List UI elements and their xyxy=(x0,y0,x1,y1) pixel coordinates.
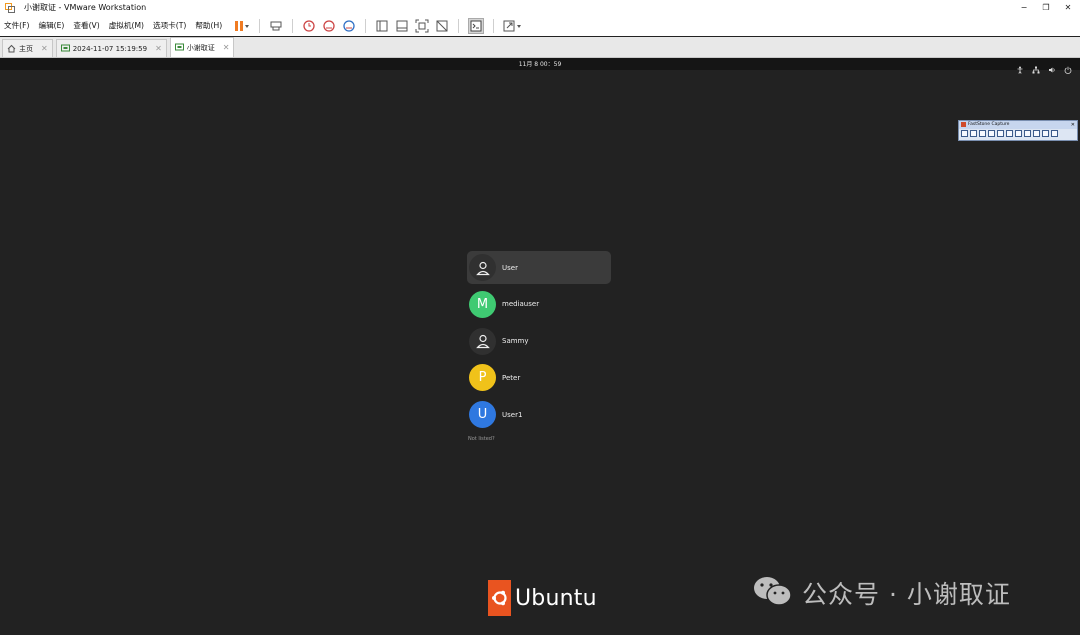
capture-scrolling-icon[interactable] xyxy=(1006,130,1013,137)
crosshair-icon[interactable] xyxy=(1033,130,1040,137)
user-avatar: P xyxy=(469,364,496,392)
vm-icon xyxy=(60,44,70,53)
toolbar-divider xyxy=(458,18,460,33)
tab-bar: 主页 ✕ 2024-11-07 15:19:59 ✕ 小谢取证 ✕ xyxy=(0,37,1080,58)
network-icon[interactable] xyxy=(1032,59,1040,78)
default-user-avatar-icon xyxy=(469,254,496,281)
menu-file[interactable]: 文件(F) xyxy=(4,20,29,31)
stretch-guest-icon[interactable] xyxy=(503,18,523,34)
menubar: 文件(F) 编辑(E) 查看(V) 虚拟机(M) 选项卡(T) 帮助(H) xyxy=(0,15,1080,36)
menu-vm[interactable]: 虚拟机(M) xyxy=(109,20,144,31)
fastcapture-logo-icon xyxy=(961,122,966,127)
user-avatar: M xyxy=(469,290,496,318)
capture-object-icon[interactable] xyxy=(970,130,977,137)
not-listed-link[interactable]: Not listed? xyxy=(468,436,495,442)
capture-video-icon[interactable] xyxy=(1024,130,1031,137)
window-controls: − ❐ ✕ xyxy=(1018,0,1074,15)
close-button[interactable]: ✕ xyxy=(1062,3,1074,12)
tab-label: 小谢取证 xyxy=(186,43,215,52)
home-icon xyxy=(7,44,16,53)
tab-label: 主页 xyxy=(19,44,33,53)
snapshot-manager-icon[interactable] xyxy=(342,18,356,34)
user-name: User1 xyxy=(502,410,523,419)
toolbar-divider xyxy=(292,18,294,33)
user-row-mediauser[interactable]: M mediauser xyxy=(467,288,611,321)
pause-vm-button[interactable] xyxy=(234,18,250,34)
user-name: Sammy xyxy=(502,337,529,346)
vm-icon xyxy=(174,43,184,52)
tab-home[interactable]: 主页 ✕ xyxy=(2,39,53,57)
user-row-user1[interactable]: U User1 xyxy=(467,398,611,431)
fastcapture-tools xyxy=(959,129,1077,138)
fastcapture-toolbar[interactable]: FastStone Capture ✕ xyxy=(958,120,1078,141)
menu-edit[interactable]: 编辑(E) xyxy=(38,20,64,31)
toolbar-divider xyxy=(493,18,495,33)
library-view-icon[interactable] xyxy=(375,18,389,34)
ubuntu-wordmark: Ubuntu xyxy=(515,585,597,611)
wechat-watermark: 公众号 · 小谢取证 xyxy=(752,574,1011,612)
menu-tabs[interactable]: 选项卡(T) xyxy=(153,20,186,31)
user-row-peter[interactable]: P Peter xyxy=(467,361,611,394)
vmware-logo-icon xyxy=(5,2,15,13)
window-titlebar: 小谢取证 - VMware Workstation − ❐ ✕ xyxy=(0,0,1080,15)
capture-rectangle-icon[interactable] xyxy=(979,130,986,137)
capture-window-icon[interactable] xyxy=(961,130,968,137)
window-title: 小谢取证 - VMware Workstation xyxy=(24,3,147,12)
capture-freehand-icon[interactable] xyxy=(988,130,995,137)
power-icon[interactable] xyxy=(1064,59,1072,78)
user-row-sammy[interactable]: Sammy xyxy=(467,325,611,358)
menu-help[interactable]: 帮助(H) xyxy=(195,20,222,31)
fastcapture-titlebar: FastStone Capture ✕ xyxy=(959,121,1077,129)
capture-fullscreen-icon[interactable] xyxy=(997,130,1004,137)
minimize-button[interactable]: − xyxy=(1018,3,1030,12)
volume-icon[interactable] xyxy=(1048,59,1056,78)
watermark-text: 公众号 · 小谢取证 xyxy=(802,580,1011,609)
system-tray[interactable] xyxy=(1016,59,1072,78)
send-ctrl-alt-del-icon[interactable] xyxy=(269,18,283,34)
restore-button[interactable]: ❐ xyxy=(1040,3,1052,12)
fastcapture-title: FastStone Capture xyxy=(968,122,1010,127)
menu-view[interactable]: 查看(V) xyxy=(73,20,99,31)
close-tab-icon[interactable]: ✕ xyxy=(155,44,162,53)
console-view-icon[interactable] xyxy=(468,17,485,34)
settings-icon[interactable] xyxy=(1051,130,1058,137)
output-icon[interactable] xyxy=(1042,130,1049,137)
default-user-avatar-icon xyxy=(469,327,496,355)
snapshot-icon[interactable] xyxy=(302,18,316,34)
close-tab-icon[interactable]: ✕ xyxy=(223,43,230,52)
revert-snapshot-icon[interactable] xyxy=(322,18,336,34)
user-name: mediauser xyxy=(502,300,540,309)
wechat-icon xyxy=(752,574,794,612)
toolbar-divider xyxy=(365,18,367,33)
toolbar-divider xyxy=(259,18,261,33)
gnome-top-bar: 11月 8 00：59 xyxy=(0,58,1080,74)
close-tab-icon[interactable]: ✕ xyxy=(41,44,48,53)
user-row-user[interactable]: User xyxy=(467,251,611,284)
user-name: Peter xyxy=(502,373,521,382)
accessibility-icon[interactable] xyxy=(1016,59,1024,78)
tab-snapshot-vm[interactable]: 2024-11-07 15:19:59 ✕ xyxy=(55,39,167,57)
user-name: User xyxy=(502,263,518,272)
capture-fixed-icon[interactable] xyxy=(1015,130,1022,137)
tab-label: 2024-11-07 15:19:59 xyxy=(72,44,148,53)
user-list: User M mediauser Sammy P Peter U User1 xyxy=(467,251,611,435)
user-avatar: U xyxy=(469,401,496,429)
fullscreen-icon[interactable] xyxy=(415,18,429,34)
ubuntu-logo: Ubuntu xyxy=(488,580,597,616)
tab-xiaoxie-vm[interactable]: 小谢取证 ✕ xyxy=(169,37,235,57)
fastcapture-close-icon[interactable]: ✕ xyxy=(1071,121,1075,129)
clock[interactable]: 11月 8 00：59 xyxy=(0,59,1080,68)
guest-screen[interactable]: 11月 8 00：59 User M mediauser Sammy P Pet… xyxy=(0,58,1080,635)
thumbnail-bar-icon[interactable] xyxy=(395,18,409,34)
ubuntu-circle-of-friends-icon xyxy=(488,580,511,616)
unity-mode-icon[interactable] xyxy=(435,18,449,34)
